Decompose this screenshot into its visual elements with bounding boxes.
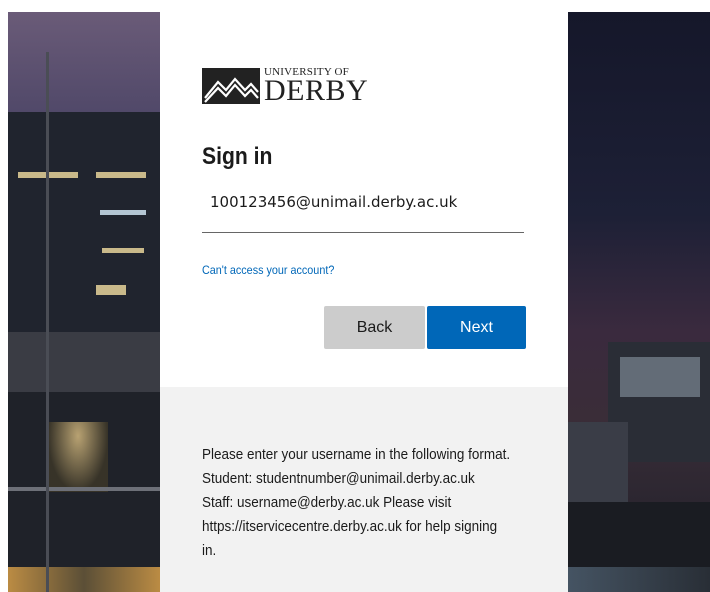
- help-line: Student: studentnumber@unimail.derby.ac.…: [202, 471, 475, 487]
- username-input[interactable]: [202, 185, 524, 233]
- help-text: Please enter your username in the follow…: [202, 443, 518, 563]
- background-image-left: [8, 12, 160, 592]
- logo-line2: DERBY: [264, 73, 369, 107]
- page-title: Sign in: [202, 143, 273, 170]
- mountain-logo-icon: [202, 68, 260, 104]
- back-button[interactable]: Back: [324, 306, 425, 349]
- cant-access-account-link[interactable]: Can't access your account?: [202, 263, 334, 277]
- university-logo: UNIVERSITY OF DERBY: [202, 66, 368, 106]
- help-line: in.: [202, 543, 217, 559]
- help-line: https://itservicecentre.derby.ac.uk for …: [202, 519, 498, 535]
- help-line: Please enter your username in the follow…: [202, 447, 511, 463]
- next-button[interactable]: Next: [427, 306, 526, 349]
- signin-card: UNIVERSITY OF DERBY Sign in Can't access…: [160, 12, 568, 592]
- background-image-right: [568, 12, 710, 592]
- help-line: Staff: username@derby.ac.uk Please visit: [202, 495, 452, 511]
